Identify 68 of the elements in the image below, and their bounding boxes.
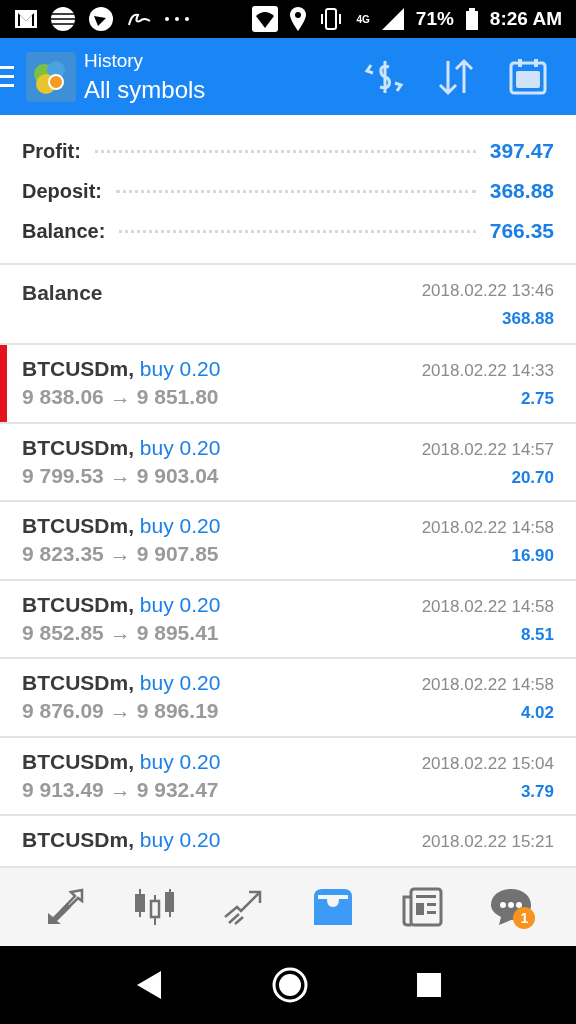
open-price: 9 823.35 — [22, 542, 104, 566]
arrow-text: → — [109, 777, 131, 802]
entry-time: 2018.02.22 14:58 — [421, 675, 554, 695]
home-icon[interactable] — [272, 967, 308, 1003]
more-icon — [164, 15, 190, 23]
trade-title: BTCUSDm, buy 0.20 — [22, 514, 222, 538]
symbol-filter-title[interactable]: All symbols — [84, 75, 206, 104]
trade-title: BTCUSDm, buy 0.20 — [22, 592, 222, 617]
entry-time: 2018.02.22 15:04 — [421, 753, 554, 774]
newspaper-icon — [400, 887, 443, 927]
arrow-text: → — [109, 463, 131, 488]
nav-tab[interactable]: 1 — [483, 879, 540, 935]
entry-title: Balance — [22, 281, 104, 305]
summary-label: Profit: — [22, 139, 81, 163]
arrow-text: → — [109, 699, 131, 723]
open-price: 9 799.53 — [22, 463, 104, 488]
entry-time: 2018.02.22 14:58 — [421, 518, 554, 538]
network-type-text: 4G — [356, 13, 370, 25]
trade-title: BTCUSDm, buy 0.20 — [22, 749, 222, 774]
battery-percent-text: 71% — [415, 8, 454, 30]
close-price: 9 851.80 — [136, 385, 219, 409]
recents-icon[interactable] — [417, 973, 442, 997]
trade-title: BTCUSDm, buy 0.20 — [22, 828, 222, 852]
entry-time: 2018.02.22 14:58 — [421, 596, 554, 617]
battery-icon — [465, 8, 478, 30]
entry-time: 2018.02.22 13:46 — [421, 281, 554, 301]
entry-amount: 368.88 — [502, 309, 554, 329]
open-price: 9 913.49 — [22, 777, 104, 802]
close-price: 9 895.41 — [136, 620, 219, 645]
globe-icon — [50, 6, 76, 32]
entry-time: 2018.02.22 14:33 — [421, 361, 554, 381]
arrow-text: → — [109, 385, 131, 409]
arrow-text: → — [109, 542, 131, 566]
location-icon — [290, 7, 307, 31]
candlestick-icon — [134, 887, 174, 927]
summary-value: 397.47 — [489, 139, 554, 163]
summary-label: Balance: — [22, 219, 106, 243]
summary-value: 368.88 — [489, 179, 554, 203]
close-price: 9 903.04 — [136, 463, 219, 488]
close-price: 9 896.19 — [136, 699, 219, 723]
screen-title: History — [84, 49, 145, 72]
mail-icon — [14, 9, 38, 29]
open-price: 9 876.09 — [22, 699, 104, 723]
signal-icon — [381, 8, 404, 30]
inbox-icon — [311, 887, 354, 927]
notification-badge: 1 — [513, 907, 536, 929]
clock-text: 8:26 AM — [489, 8, 562, 30]
trade-title: BTCUSDm, buy 0.20 — [22, 357, 222, 381]
entry-time: 2018.02.22 15:21 — [421, 832, 554, 852]
entry-time: 2018.02.22 14:57 — [421, 439, 554, 460]
trade-title: BTCUSDm, buy 0.20 — [22, 435, 222, 460]
summary-value: 766.35 — [489, 219, 554, 243]
trade-title: BTCUSDm, buy 0.20 — [22, 671, 222, 695]
entry-amount: 3.79 — [520, 781, 554, 802]
close-price: 9 932.47 — [136, 777, 219, 802]
entry-amount: 4.02 — [520, 703, 554, 723]
open-price: 9 838.06 — [22, 385, 104, 409]
entry-amount: 16.90 — [511, 546, 554, 566]
app-logo-icon — [26, 51, 76, 102]
close-price: 9 907.85 — [136, 542, 219, 566]
arrow-text: → — [109, 620, 131, 645]
open-price: 9 852.85 — [22, 620, 104, 645]
entry-amount: 2.75 — [520, 389, 554, 409]
wifi-icon — [252, 6, 279, 32]
entry-amount: 8.51 — [520, 624, 554, 645]
summary-label: Deposit: — [22, 179, 102, 203]
entry-amount: 20.70 — [511, 467, 554, 488]
menu-icon[interactable] — [0, 63, 14, 90]
